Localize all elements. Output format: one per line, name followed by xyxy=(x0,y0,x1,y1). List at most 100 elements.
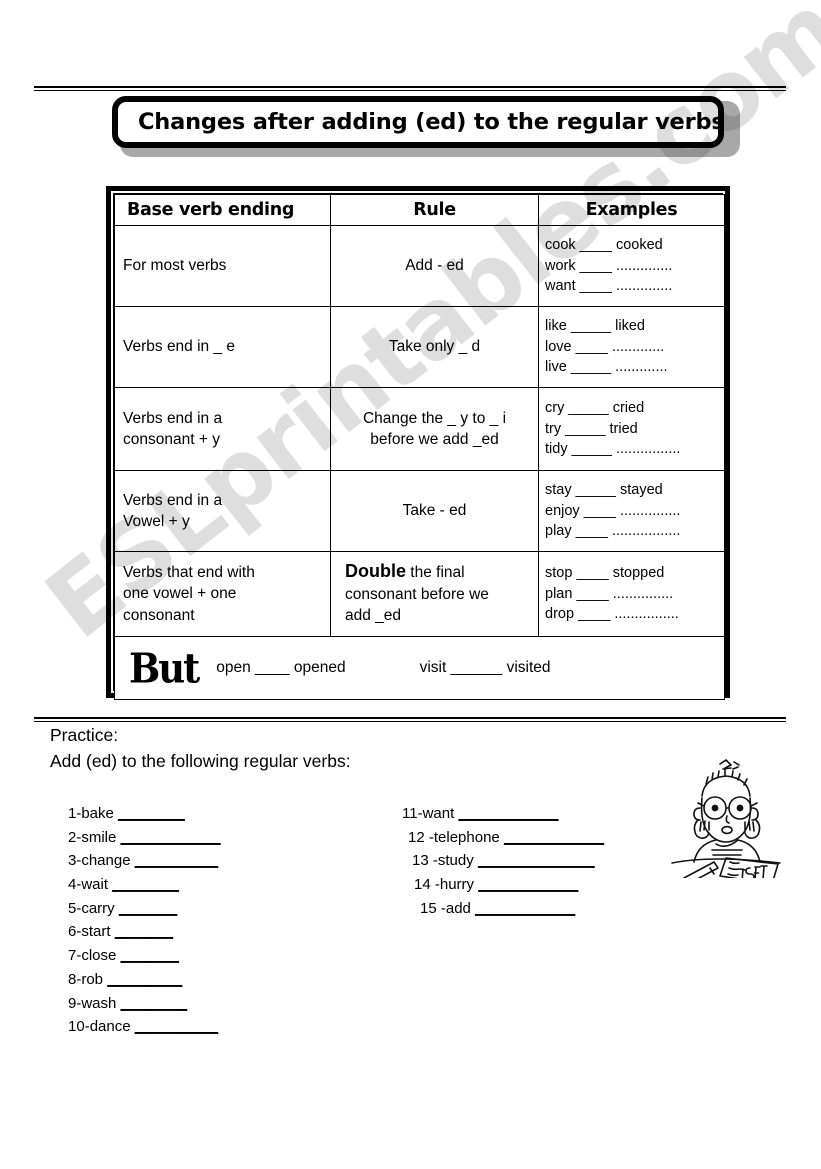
example-answer: stopped xyxy=(612,565,665,582)
exercise-answer-blank[interactable]: __________ xyxy=(135,852,218,869)
examples-list: cook ____ cooked work ____ ..............… xyxy=(539,232,724,300)
examples-cell: stop ____ stopped plan ____ .............… xyxy=(538,551,725,637)
example-blank[interactable]: ____ xyxy=(576,586,612,602)
column-header-base-verb-ending: Base verb ending xyxy=(127,200,295,220)
example-blank[interactable]: ____ xyxy=(576,523,612,539)
exercise-item: 8- rob _________ xyxy=(68,968,221,992)
rule-cell: Take - ed xyxy=(330,470,539,552)
rule-text: Double the final consonant before we add _… xyxy=(331,557,538,630)
example-answer: ................. xyxy=(611,523,681,540)
exercise-verb: want xyxy=(422,805,459,822)
example-verb: cry xyxy=(545,400,569,417)
example-blank[interactable]: _____ xyxy=(571,359,615,375)
example-row: stay _____ stayed xyxy=(545,480,724,501)
but-example-1: open ____ opened xyxy=(216,659,346,676)
example-verb: love xyxy=(545,338,576,355)
exercise-verb: start xyxy=(81,923,115,941)
exercise-answer-blank[interactable]: _______ xyxy=(121,947,179,964)
exercise-number: 4- xyxy=(68,876,82,894)
exercise-answer-blank[interactable]: _________ xyxy=(107,971,182,988)
exercise-answer-blank[interactable]: ________ xyxy=(121,995,188,1012)
example-answer: liked xyxy=(615,318,645,335)
exercise-item: 10- dance __________ xyxy=(68,1015,221,1039)
verb-rules-table-inner: Base verb ending Rule Examples For most … xyxy=(113,193,725,700)
exercise-answer-blank[interactable]: ____________ xyxy=(475,900,575,917)
exercise-answer-blank[interactable]: _______ xyxy=(119,900,177,917)
examples-list: cry _____ cried try _____ tried tidy _____… xyxy=(539,395,724,463)
example-blank[interactable]: ____ xyxy=(578,606,614,622)
example-verb: work xyxy=(545,257,580,274)
example-blank[interactable]: ____ xyxy=(580,237,616,253)
base-cell: Verbs end in _ e xyxy=(114,306,331,388)
exercise-number: 10- xyxy=(68,1018,90,1036)
exercise-item: 15 - add ____________ xyxy=(402,897,604,921)
base-cell: Verbs that end with one vowel + one conson… xyxy=(114,551,331,637)
top-divider xyxy=(34,86,786,91)
but-cell: But open ____ opened visit ______ visite… xyxy=(114,636,725,700)
exercise-answer-blank[interactable]: ____________ xyxy=(121,829,221,846)
example-blank[interactable]: _____ xyxy=(576,482,620,498)
example-blank[interactable]: _____ xyxy=(572,441,616,457)
exercise-item: 13 - study ______________ xyxy=(402,849,604,873)
table-row: Verbs end in a Vowel + y Take - ed stay … xyxy=(114,470,725,552)
exercise-item: 12 - telephone ____________ xyxy=(402,826,604,850)
exercise-item: 11- want ____________ xyxy=(402,802,604,826)
rule-text: Take only _ d xyxy=(388,338,481,356)
exercise-verb: wash xyxy=(81,994,121,1012)
example-row: drop ____ ................ xyxy=(545,604,724,625)
exercise-answer-blank[interactable]: _______ xyxy=(115,923,173,940)
example-row: live _____ ............. xyxy=(545,357,724,378)
example-blank[interactable]: _____ xyxy=(565,421,609,437)
example-row: tidy _____ ................ xyxy=(545,439,724,460)
exercise-answer-blank[interactable]: ________ xyxy=(112,876,179,893)
verb-rules-table-frame: Base verb ending Rule Examples For most … xyxy=(106,186,730,700)
exercise-answer-blank[interactable]: ______________ xyxy=(478,852,595,869)
column-header-examples: Examples xyxy=(585,200,678,220)
exercise-item: 4- wait ________ xyxy=(68,873,221,897)
table-row: Verbs end in a consonant + y Change the _… xyxy=(114,387,725,471)
exercise-number: 9- xyxy=(68,994,82,1012)
rule-cell: Double the final consonant before we add _… xyxy=(330,551,539,637)
exercise-answer-blank[interactable]: ____________ xyxy=(458,805,558,822)
table-row: Verbs that end with one vowel + one conson… xyxy=(114,551,725,637)
example-row: stop ____ stopped xyxy=(545,563,724,584)
exercise-answer-blank[interactable]: ____________ xyxy=(478,876,578,893)
example-answer: ............... xyxy=(620,502,681,519)
exercise-verb: bake xyxy=(81,805,119,822)
example-verb: drop xyxy=(545,606,579,623)
verb-rules-table: Base verb ending Rule Examples For most … xyxy=(114,194,725,700)
base-text: Verbs end in a Vowel + y xyxy=(123,491,223,530)
exercise-answer-blank[interactable]: __________ xyxy=(135,1018,218,1035)
base-text: Verbs that end with one vowel + one conson… xyxy=(123,563,255,624)
table-header-row: Base verb ending Rule Examples xyxy=(114,194,725,226)
example-row: work ____ .............. xyxy=(545,256,724,277)
base-cell: Verbs end in a Vowel + y xyxy=(114,470,331,552)
example-row: cry _____ cried xyxy=(545,398,724,419)
header-cell-base: Base verb ending xyxy=(114,194,331,226)
title-banner: Changes after adding (ed) to the regular… xyxy=(112,96,725,148)
exercise-number: 3- xyxy=(68,852,82,870)
exercise-number: 15 - xyxy=(420,899,446,917)
stressed-student-icon xyxy=(668,758,784,885)
header-cell-rule: Rule xyxy=(330,194,539,226)
exercise-item: 2- smile ____________ xyxy=(68,826,221,850)
example-blank[interactable]: ____ xyxy=(580,278,616,294)
but-label: But xyxy=(129,642,200,693)
exercise-answer-blank[interactable]: ____________ xyxy=(504,829,604,846)
example-blank[interactable]: _____ xyxy=(571,318,615,334)
rule-cell: Add - ed xyxy=(330,225,539,307)
exercise-column-left: 1- bake ________ 2- smile ____________ 3- … xyxy=(68,802,221,1039)
example-blank[interactable]: ____ xyxy=(580,258,616,274)
practice-instruction: Add (ed) to the following regular verbs: xyxy=(50,751,351,772)
rule-text: Add - ed xyxy=(405,257,464,275)
example-blank[interactable]: ____ xyxy=(576,565,612,581)
example-verb: stay xyxy=(545,482,576,499)
example-blank[interactable]: ____ xyxy=(584,503,620,519)
example-blank[interactable]: _____ xyxy=(568,400,612,416)
example-blank[interactable]: ____ xyxy=(576,339,612,355)
example-answer: ............. xyxy=(615,359,668,376)
example-answer: ............... xyxy=(612,585,674,602)
example-row: love ____ ............. xyxy=(545,337,724,358)
exercise-answer-blank[interactable]: ________ xyxy=(118,805,185,822)
exercise-verb: smile xyxy=(81,828,121,846)
